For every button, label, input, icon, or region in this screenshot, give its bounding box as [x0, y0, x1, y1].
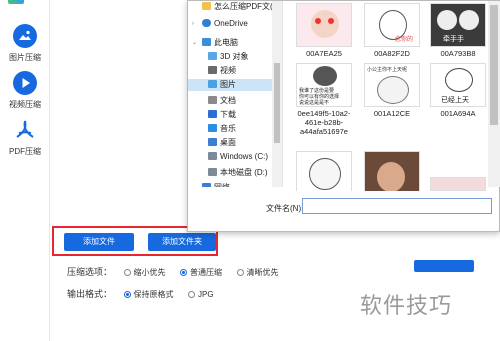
nav-item-folder[interactable]: 怎么压缩PDF文(	[202, 1, 273, 13]
nav-scrollbar-thumb[interactable]	[274, 63, 280, 143]
sidebar-item-image-compress[interactable]: 图片压缩	[0, 24, 50, 63]
compress-options-label: 压缩选项：	[67, 267, 113, 277]
filename-label: 文件名(N):	[266, 204, 304, 213]
option-keep-format[interactable]: 保持原格式	[123, 289, 174, 300]
chevron-down-icon[interactable]: ⌄	[192, 39, 197, 46]
nav-item-drive-c[interactable]: Windows (C:)	[208, 152, 268, 164]
thumbnail-image: 已经上天	[430, 63, 486, 107]
document-icon	[208, 96, 217, 104]
drive-icon	[208, 152, 217, 160]
nav-item-network[interactable]: 网络	[202, 182, 230, 187]
nav-item-drive-d[interactable]: 本地磁盘 (D:)	[208, 167, 268, 179]
file-open-dialog: 怎么压缩PDF文( OneDrive › 此电脑 ⌄ 3D 对象 视频 图片 文…	[187, 0, 500, 232]
nav-item-pictures[interactable]: 图片	[188, 79, 272, 91]
computer-icon	[202, 38, 211, 46]
thumbnail-image: 小公主你不上天呢	[364, 63, 420, 107]
sidebar-item-label: PDF压缩	[9, 147, 41, 156]
radio-checked-icon	[123, 291, 131, 298]
nav-item-3d-objects[interactable]: 3D 对象	[208, 51, 248, 63]
nav-item-desktop[interactable]: 桌面	[208, 137, 236, 149]
radio-icon	[236, 269, 244, 276]
option-small-first[interactable]: 缩小优先	[123, 267, 166, 278]
file-list: 00A7EA25 念你的 00A82F2D 牵手手 00A793B8 我谁了这份…	[286, 1, 486, 191]
nav-item-downloads[interactable]: 下载	[208, 109, 236, 121]
sidebar-item-label: 图片压缩	[9, 53, 41, 62]
sidebar-item-label: 视频压缩	[9, 100, 41, 109]
network-icon	[202, 183, 211, 187]
cube-icon	[208, 52, 217, 60]
music-icon	[208, 124, 217, 132]
nav-item-videos[interactable]: 视频	[208, 65, 236, 77]
pdf-icon	[13, 118, 37, 142]
play-icon	[13, 71, 37, 95]
thumbnail-image: 牵手手	[430, 3, 486, 47]
sidebar-item-video-compress[interactable]: 视频压缩	[0, 71, 50, 110]
app-sidebar: 图片压缩 视频压缩 PDF压缩	[0, 0, 50, 341]
navigation-pane: 怎么压缩PDF文( OneDrive › 此电脑 ⌄ 3D 对象 视频 图片 文…	[188, 1, 283, 187]
chevron-right-icon[interactable]: ›	[192, 21, 194, 27]
thumbnail-image: 念你的	[364, 3, 420, 47]
radio-checked-icon	[180, 269, 188, 276]
radio-icon	[123, 269, 131, 276]
output-format-row: 输出格式： 保持原格式 JPG	[67, 287, 226, 300]
option-jpg[interactable]: JPG	[188, 290, 214, 299]
option-clear-first[interactable]: 清晰优先	[236, 267, 279, 278]
nav-item-this-pc[interactable]: 此电脑	[202, 37, 238, 49]
picture-icon	[208, 80, 217, 88]
thumbnail-image	[296, 3, 352, 47]
cloud-icon	[202, 19, 211, 27]
nav-item-music[interactable]: 音乐	[208, 123, 236, 135]
thumbnail-image[interactable]	[364, 151, 420, 191]
start-compress-button-partial[interactable]	[414, 260, 474, 272]
sidebar-item-pdf-compress[interactable]: PDF压缩	[0, 118, 50, 157]
download-icon	[208, 110, 217, 118]
nav-item-documents[interactable]: 文档	[208, 95, 236, 107]
image-icon	[13, 24, 37, 48]
thumbnail-image: 我谁了这份是要 你可以有你的选择 说说这是是不	[296, 63, 352, 107]
watermark-text: 软件技巧	[360, 294, 453, 319]
compress-options-row: 压缩选项： 缩小优先 普通压缩 清晰优先	[67, 265, 291, 278]
thumbnail-image[interactable]	[430, 177, 486, 191]
app-logo	[8, 0, 24, 4]
desktop-icon	[208, 138, 217, 146]
output-format-label: 输出格式：	[67, 289, 113, 299]
radio-icon	[188, 291, 196, 298]
option-normal[interactable]: 普通压缩	[180, 267, 222, 278]
nav-item-onedrive[interactable]: OneDrive	[202, 19, 248, 31]
drive-icon	[208, 168, 217, 176]
folder-icon	[202, 2, 211, 10]
filename-input[interactable]	[302, 198, 492, 214]
file-scrollbar-thumb[interactable]	[490, 5, 498, 125]
thumbnail-image[interactable]	[296, 151, 352, 191]
video-icon	[208, 66, 217, 74]
